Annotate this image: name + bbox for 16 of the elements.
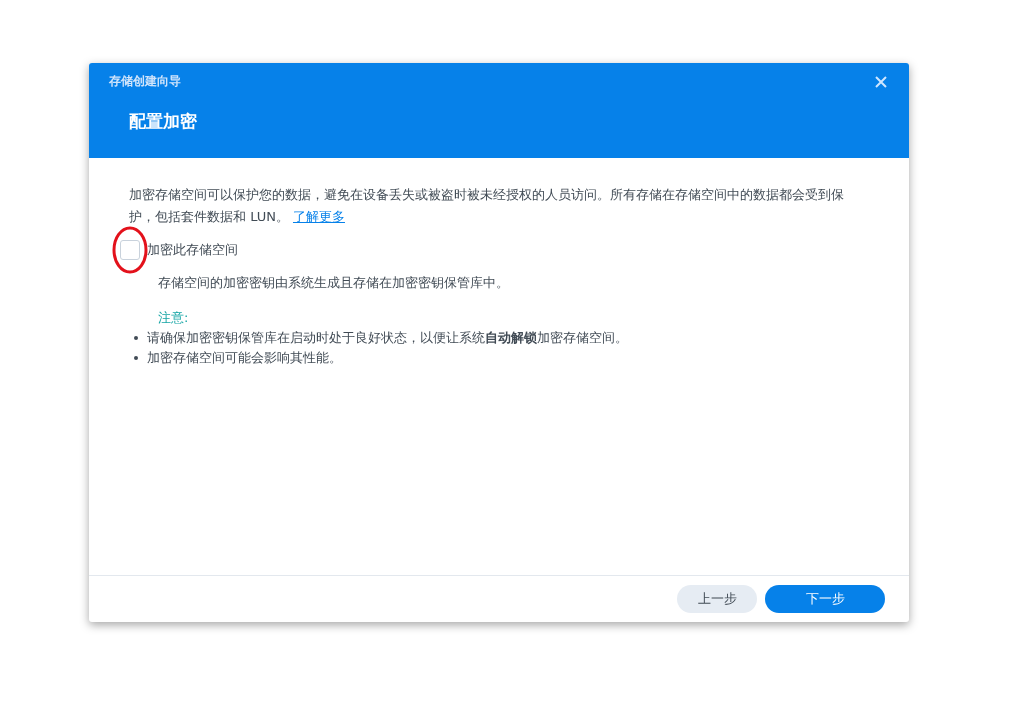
encrypt-checkbox[interactable] [120,240,140,260]
wizard-title: 存储创建向导 [109,73,181,90]
learn-more-link[interactable]: 了解更多 [292,209,345,224]
back-button[interactable]: 上一步 [677,585,757,613]
encrypt-label: 加密此存储空间 [147,241,238,259]
bullet-icon [134,356,138,360]
bullet-icon [134,336,138,340]
note-text: 加密存储空间可能会影响其性能。 [147,349,342,367]
next-button[interactable]: 下一步 [765,585,885,613]
note-text: 请确保加密密钥保管库在启动时处于良好状态，以便让系统自动解锁加密存储空间。 [147,329,628,347]
intro-text: 加密存储空间可以保护您的数据，避免在设备丢失或被盗时被未经授权的人员访问。所有存储在存储空间中的数据都会受到保护，包括套件数据和 LUN。 了解更多 [129,186,845,226]
note-heading: 注意: [158,309,190,327]
step-title: 配置加密 [129,110,198,133]
close-button[interactable] [873,73,889,90]
encrypt-description: 存储空间的加密密钥由系统生成且存储在加密密钥保管库中。 [158,274,510,292]
close-icon [875,75,887,88]
